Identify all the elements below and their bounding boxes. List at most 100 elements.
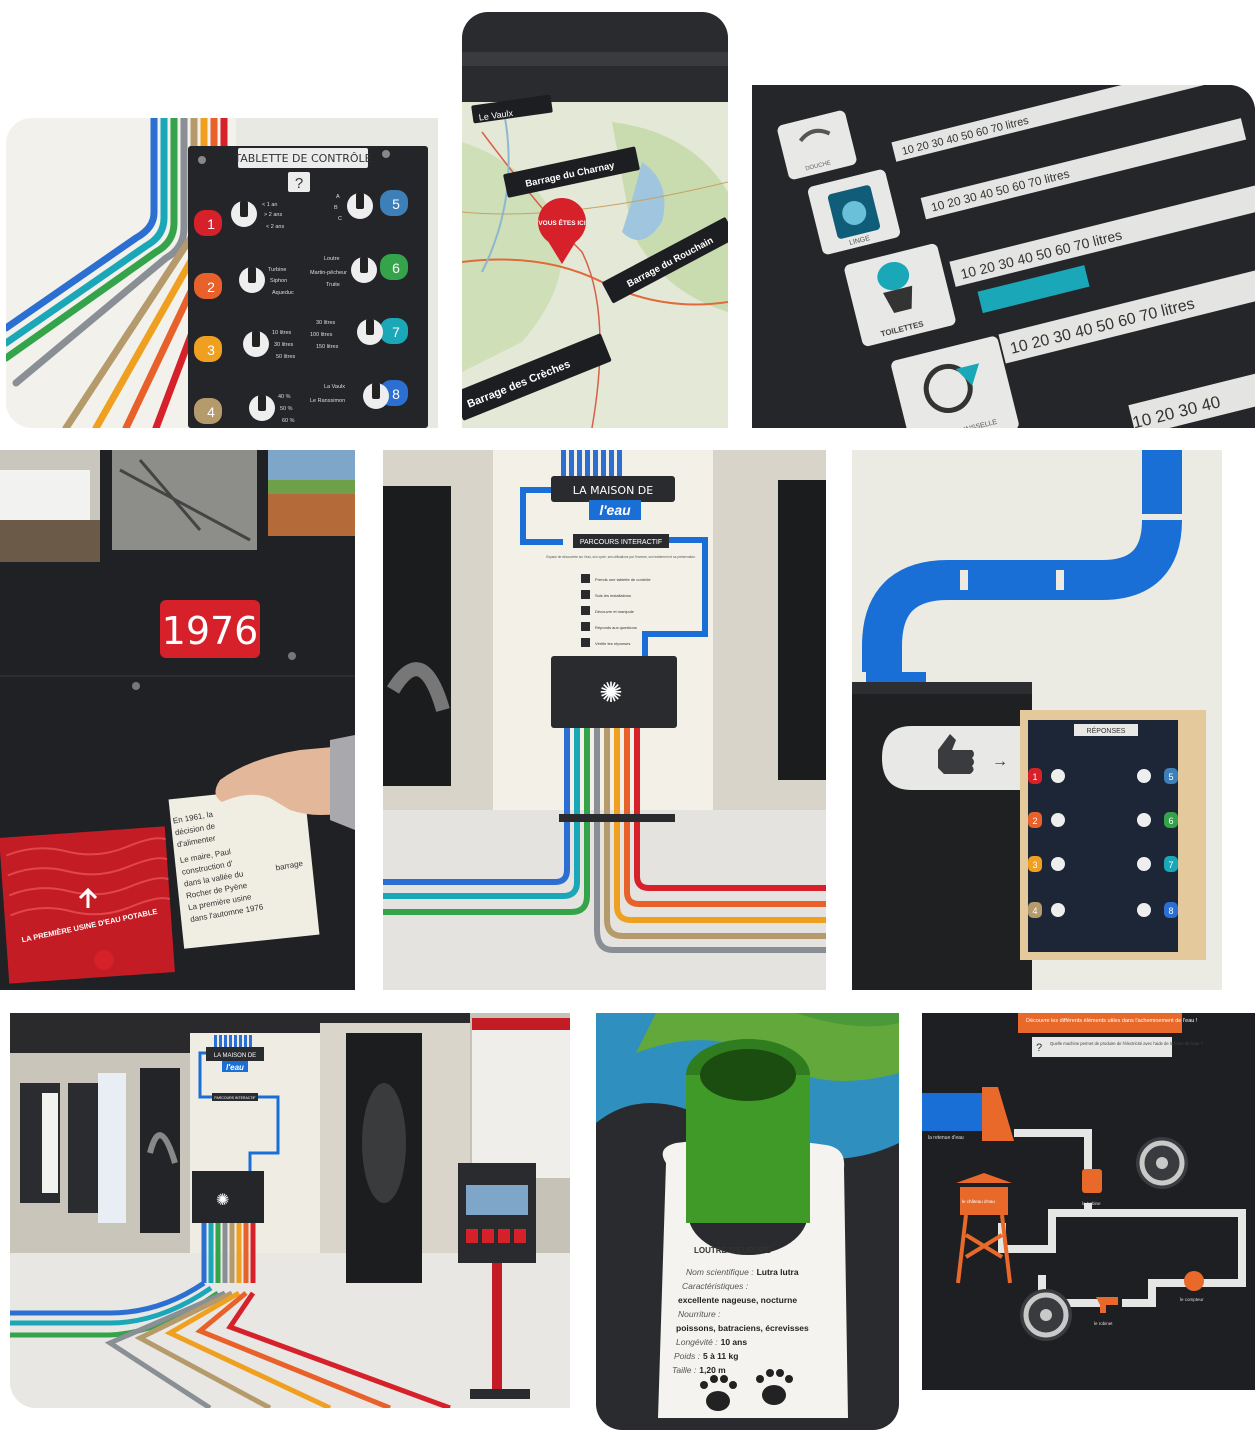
svg-text:Nom scientifique :Lutra lutra: Nom scientifique : Lutra lutra xyxy=(686,1267,799,1277)
otter-weight-value: 5 à 11 kg xyxy=(703,1351,738,1361)
otter-traits-label: Caractéristiques : xyxy=(682,1281,749,1291)
tablet-num-2: 2 xyxy=(207,279,215,295)
otter-traits-value: excellente nageuse, nocturne xyxy=(678,1295,797,1305)
tablet-num-3: 3 xyxy=(207,342,215,358)
k1-a: < 1 an xyxy=(262,202,277,208)
tablet-num-4: 4 xyxy=(207,404,215,420)
tablet-knob[interactable] xyxy=(239,267,265,293)
valve-wheel-icon[interactable] xyxy=(1136,1137,1188,1189)
wall-step-1: Prends une tablette de contrôle xyxy=(595,577,651,582)
k2-a: Turbine xyxy=(268,267,286,273)
answers-num-2: 2 xyxy=(1032,816,1037,826)
sun-icon: ✺ xyxy=(216,1192,229,1209)
tablet-knob[interactable] xyxy=(243,331,269,357)
wall-photo-left xyxy=(383,486,451,786)
answers-num-1: 1 xyxy=(1032,772,1037,782)
k7-c: 150 litres xyxy=(316,344,339,350)
svg-text:Caractéristiques :: Caractéristiques : xyxy=(682,1281,749,1291)
exhibition-room-scene: LA MAISON DE l'eau PARCOURS INTERACTIF ✺ xyxy=(10,1013,570,1408)
photo-history-panel: 1976 LA PREMIÈRE USINE D'EAU POTABLE En … xyxy=(0,450,355,990)
exhibit-panel xyxy=(140,1068,180,1233)
otter-life-label: Longévité : xyxy=(676,1337,718,1347)
k4-b: 50 % xyxy=(280,406,293,412)
photo-exhibition-room: LA MAISON DE l'eau PARCOURS INTERACTIF ✺ xyxy=(10,1013,570,1408)
k7-b: 100 litres xyxy=(310,332,333,338)
wall-photo-right xyxy=(778,480,826,780)
tablet-num-7: 7 xyxy=(392,324,400,340)
tablet-knob[interactable] xyxy=(363,383,389,409)
tablet-knob[interactable] xyxy=(357,319,383,345)
circuit-label-chateau: le château d'eau xyxy=(962,1199,995,1204)
tablet-knob[interactable] xyxy=(351,257,377,283)
history-year: 1976 xyxy=(162,609,259,653)
history-flap[interactable] xyxy=(0,826,175,984)
wall-step-4: Réponds aux questions xyxy=(595,625,637,630)
answer-knob xyxy=(1051,769,1065,783)
tablet-knob[interactable] xyxy=(249,395,275,421)
answers-title: RÉPONSES xyxy=(1087,726,1126,735)
svg-text:Taille :1,20 m: Taille :1,20 m xyxy=(672,1365,726,1375)
answer-knob xyxy=(1051,903,1065,917)
k1-b: > 2 ans xyxy=(264,212,282,218)
k3-c: 50 litres xyxy=(276,354,296,360)
sun-icon: ✺ xyxy=(599,677,622,708)
control-tablet-scene: TABLETTE DE CONTRÔLE ? 1 2 3 4 5 6 7 8 <… xyxy=(6,118,438,428)
answers-num-8: 8 xyxy=(1168,906,1173,916)
answer-knob xyxy=(1137,813,1151,827)
answers-num-3: 3 xyxy=(1032,860,1037,870)
k6-b: Martin-pêcheur xyxy=(310,270,347,276)
k4-c: 60 % xyxy=(282,418,295,424)
tablet-num-8: 8 xyxy=(392,386,400,402)
svg-text:Poids :5 à 11 kg: Poids :5 à 11 kg xyxy=(674,1351,738,1361)
answers-panel-scene: → RÉPONSES 1 2 3 4 5 6 7 8 xyxy=(852,450,1222,990)
map-scene: Le Vaulx Barrage du Charnay Barrage du R… xyxy=(462,12,728,428)
tablet-knob[interactable] xyxy=(231,201,257,227)
wall-title-top: LA MAISON DE xyxy=(573,484,653,497)
circuit-label-compteur: le compteur xyxy=(1180,1297,1204,1302)
otter-tag-scene: LOUTRE D'EUROPE Nom scientifique : Lutra … xyxy=(596,1013,899,1430)
answer-knob xyxy=(1137,903,1151,917)
circuit-question: Quelle machine permet de produire de l'é… xyxy=(1050,1041,1203,1046)
history-panel-scene: 1976 LA PREMIÈRE USINE D'EAU POTABLE En … xyxy=(0,450,355,990)
k2-b: Siphon xyxy=(270,278,287,284)
tablet-title: TABLETTE DE CONTRÔLE xyxy=(233,152,371,165)
otter-name-label: Nom scientifique : xyxy=(686,1267,754,1277)
step-icon xyxy=(581,606,590,615)
wall-step-2: Suis les installations xyxy=(595,593,631,598)
answer-knob xyxy=(1137,769,1151,783)
step-icon xyxy=(581,590,590,599)
k5-b: B xyxy=(334,205,338,211)
photo-control-tablet: TABLETTE DE CONTRÔLE ? 1 2 3 4 5 6 7 8 <… xyxy=(6,118,438,428)
answer-knob xyxy=(1051,857,1065,871)
circuit-label-turbine: la turbine xyxy=(1082,1201,1101,1206)
svg-text:Nourriture :: Nourriture : xyxy=(678,1309,721,1319)
interactive-wall-scene: LA MAISON DE l'eau PARCOURS INTERACTIF E… xyxy=(383,450,826,990)
otter-food-label: Nourriture : xyxy=(678,1309,721,1319)
photo-answers-panel: → RÉPONSES 1 2 3 4 5 6 7 8 xyxy=(852,450,1222,990)
otter-life-value: 10 ans xyxy=(721,1337,748,1347)
otter-size-value: 1,20 m xyxy=(699,1365,726,1375)
circuit-q-mark: ? xyxy=(1036,1042,1042,1054)
wall-intro: Espace de découverte sur l'eau, son cycl… xyxy=(546,555,696,559)
tablet-num-6: 6 xyxy=(392,260,400,276)
exhibit-panel xyxy=(68,1083,98,1213)
photo-water-circuit: Découvre les différents éléments utiles … xyxy=(922,1013,1255,1390)
step-icon xyxy=(581,574,590,583)
info-board xyxy=(472,1018,570,1178)
otter-title: LOUTRE D'EUROPE xyxy=(694,1246,771,1255)
answer-knob xyxy=(1051,813,1065,827)
answer-knob xyxy=(1137,857,1151,871)
photo-interactive-wall: LA MAISON DE l'eau PARCOURS INTERACTIF E… xyxy=(383,450,826,990)
otter-size-label: Taille : xyxy=(672,1365,697,1375)
wall-subtitle: PARCOURS INTERACTIF xyxy=(580,539,662,546)
step-icon xyxy=(581,638,590,647)
svg-text:Longévité :10 ans: Longévité :10 ans xyxy=(676,1337,747,1347)
tablet-knob[interactable] xyxy=(347,193,373,219)
history-knob[interactable] xyxy=(94,950,114,970)
valve-wheel-icon[interactable] xyxy=(1020,1289,1072,1341)
k6-a: Loutre xyxy=(324,256,340,262)
k5-a: A xyxy=(336,194,340,200)
k3-b: 30 litres xyxy=(274,342,294,348)
k2-c: Aqueduc xyxy=(272,290,294,296)
photo-otter-tag: LOUTRE D'EUROPE Nom scientifique : Lutra … xyxy=(596,1013,899,1430)
